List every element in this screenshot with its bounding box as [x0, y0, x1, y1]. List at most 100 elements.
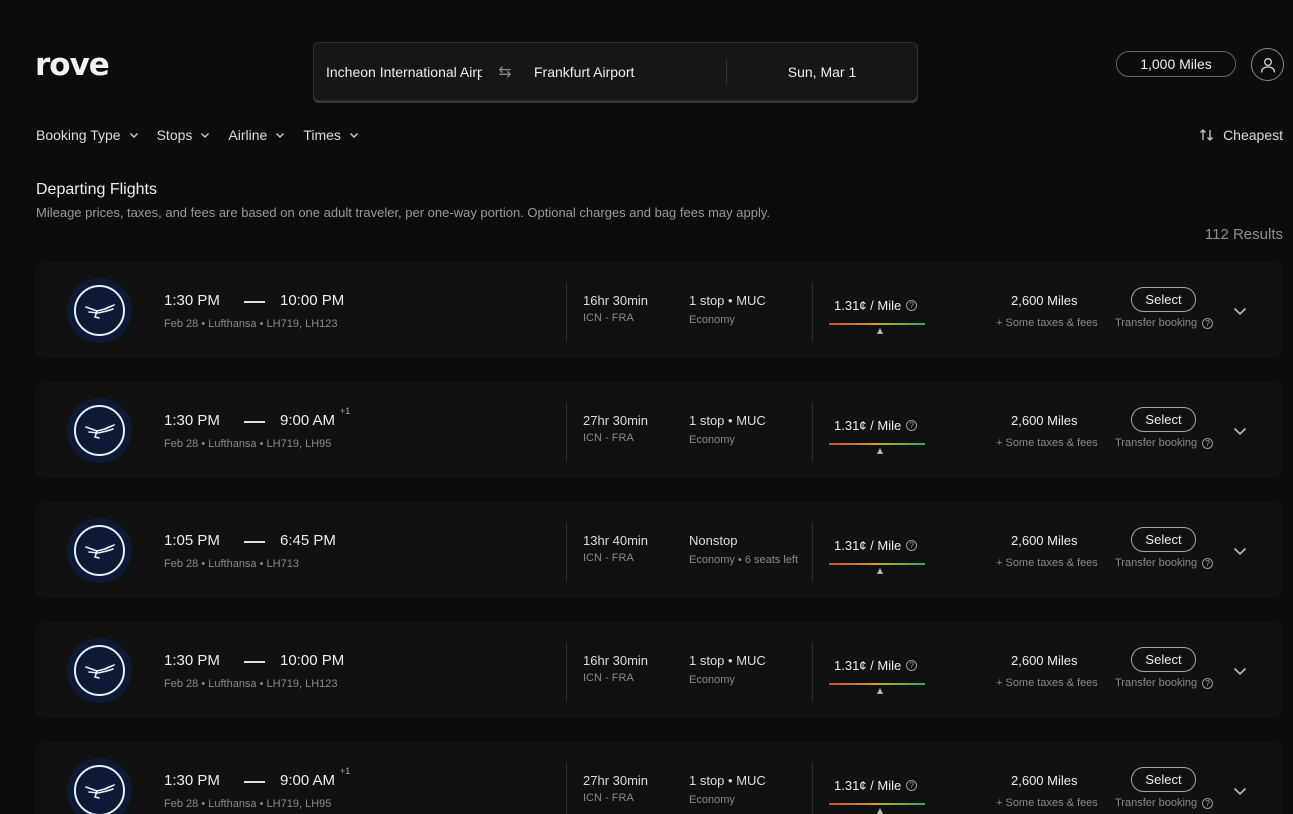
divider: [812, 402, 813, 462]
miles-price: 2,600 Miles: [1011, 533, 1078, 548]
filter-booking-type[interactable]: Booking Type: [36, 127, 139, 143]
chevron-down-icon[interactable]: [1232, 423, 1248, 439]
question-icon[interactable]: ?: [1202, 437, 1214, 449]
question-icon[interactable]: ?: [906, 660, 918, 671]
date-field[interactable]: Sun, Mar 1: [727, 64, 917, 80]
cabin-class: Economy • 6 seats left: [689, 554, 799, 566]
cpm-value: 1.31¢ / Mile: [834, 298, 902, 313]
time-dash: [244, 541, 265, 543]
miles-balance-button[interactable]: 1,000 Miles: [1116, 51, 1236, 77]
select-button[interactable]: Select: [1131, 287, 1196, 312]
divider: [566, 282, 567, 342]
value-gauge: [829, 803, 925, 805]
divider: [812, 762, 813, 814]
miles-price: 2,600 Miles: [1011, 413, 1078, 428]
airline-logo: [67, 518, 132, 583]
flight-duration: 16hr 30min: [583, 653, 649, 668]
cents-per-mile: 1.31¢ / Mile ?: [834, 778, 918, 793]
search-bar: Incheon International Airport ⇆ Frankfur…: [313, 42, 918, 101]
flight-numbers: LH713: [266, 558, 299, 570]
flight-meta: Feb 28 • Lufthansa • LH719, LH95: [164, 798, 332, 810]
transfer-booking: Transfer booking ?: [1115, 317, 1214, 329]
divider: [812, 642, 813, 702]
sort-arrows-icon: [1200, 129, 1214, 141]
transfer-label: Transfer booking: [1115, 437, 1198, 449]
question-icon[interactable]: ?: [906, 300, 918, 311]
chevron-down-icon[interactable]: [1232, 783, 1248, 799]
value-marker: [876, 328, 883, 334]
transfer-booking: Transfer booking ?: [1115, 677, 1214, 689]
cpm-value: 1.31¢ / Mile: [834, 538, 902, 553]
flight-meta: Feb 28 • Lufthansa • LH719, LH123: [164, 678, 338, 690]
filter-airline[interactable]: Airline: [228, 127, 285, 143]
flight-numbers: LH719, LH95: [266, 438, 332, 450]
question-icon[interactable]: ?: [906, 540, 918, 551]
select-button[interactable]: Select: [1131, 527, 1196, 552]
chevron-down-icon[interactable]: [1232, 663, 1248, 679]
chevron-down-icon: [276, 133, 285, 138]
flight-card[interactable]: 1:30 PM 10:00 PM Feb 28 • Lufthansa • LH…: [35, 622, 1283, 718]
flight-stops: 1 stop • MUC: [689, 413, 766, 428]
results-count: 112 Results: [1204, 226, 1283, 243]
flight-card[interactable]: 1:30 PM 10:00 PM Feb 28 • Lufthansa • LH…: [35, 262, 1283, 358]
flight-stops: 1 stop • MUC: [689, 653, 766, 668]
flight-card[interactable]: 1:30 PM 9:00 AM +1 Feb 28 • Lufthansa • …: [35, 742, 1283, 814]
select-button[interactable]: Select: [1131, 647, 1196, 672]
time-dash: [244, 781, 265, 783]
sort-button[interactable]: Cheapest: [1199, 127, 1283, 143]
question-icon[interactable]: ?: [906, 420, 918, 431]
question-icon[interactable]: ?: [1202, 317, 1214, 329]
taxes-fees: + Some taxes & fees: [996, 797, 1098, 809]
value-gauge: [829, 563, 925, 565]
divider: [566, 402, 567, 462]
time-dash: [244, 421, 265, 423]
flight-date: Feb 28: [164, 678, 199, 690]
cents-per-mile: 1.31¢ / Mile ?: [834, 538, 918, 553]
select-button[interactable]: Select: [1131, 767, 1196, 792]
divider: [566, 522, 567, 582]
flight-search-page: rove Incheon International Airport ⇆ Fra…: [0, 0, 1293, 814]
cabin-class: Economy: [689, 794, 735, 806]
question-icon[interactable]: ?: [1202, 797, 1214, 809]
departure-time: 1:30 PM: [164, 292, 220, 309]
miles-price: 2,600 Miles: [1011, 653, 1078, 668]
arrival-time: 9:00 AM: [280, 412, 336, 429]
plus-day-badge: +1: [340, 406, 351, 416]
chevron-down-icon[interactable]: [1232, 543, 1248, 559]
filter-stops[interactable]: Stops: [157, 127, 211, 143]
origin-field[interactable]: Incheon International Airport: [314, 64, 482, 80]
flight-card[interactable]: 1:30 PM 9:00 AM +1 Feb 28 • Lufthansa • …: [35, 382, 1283, 478]
taxes-fees: + Some taxes & fees: [996, 437, 1098, 449]
transfer-label: Transfer booking: [1115, 677, 1198, 689]
taxes-fees: + Some taxes & fees: [996, 317, 1098, 329]
question-icon[interactable]: ?: [1202, 557, 1214, 569]
crane-logo-icon: [84, 303, 115, 319]
taxes-fees: + Some taxes & fees: [996, 677, 1098, 689]
flight-meta: Feb 28 • Lufthansa • LH719, LH95: [164, 438, 332, 450]
filter-times[interactable]: Times: [303, 127, 359, 143]
airline-name: Lufthansa: [208, 438, 257, 450]
rove-logo[interactable]: rove: [35, 47, 110, 83]
flight-card[interactable]: 1:05 PM 6:45 PM Feb 28 • Lufthansa • LH7…: [35, 502, 1283, 598]
value-marker: [876, 808, 883, 814]
flight-route: ICN - FRA: [583, 432, 634, 444]
destination-field[interactable]: Frankfurt Airport: [528, 64, 726, 80]
select-button[interactable]: Select: [1131, 407, 1196, 432]
miles-price: 2,600 Miles: [1011, 773, 1078, 788]
flight-duration: 27hr 30min: [583, 773, 649, 788]
arrival-time: 6:45 PM: [280, 532, 336, 549]
cabin-class: Economy: [689, 314, 735, 326]
filter-label: Booking Type: [36, 127, 121, 143]
swap-arrows-icon[interactable]: ⇆: [482, 62, 528, 82]
flight-route: ICN - FRA: [583, 672, 634, 684]
crane-logo-icon: [84, 423, 115, 439]
plus-day-badge: +1: [340, 766, 351, 776]
section-title: Departing Flights: [36, 181, 157, 198]
question-icon[interactable]: ?: [1202, 677, 1214, 689]
profile-button[interactable]: [1251, 48, 1284, 81]
divider: [566, 762, 567, 814]
chevron-down-icon[interactable]: [1232, 303, 1248, 319]
value-marker: [876, 688, 883, 694]
question-icon[interactable]: ?: [906, 780, 918, 791]
airline-name: Lufthansa: [208, 558, 257, 570]
